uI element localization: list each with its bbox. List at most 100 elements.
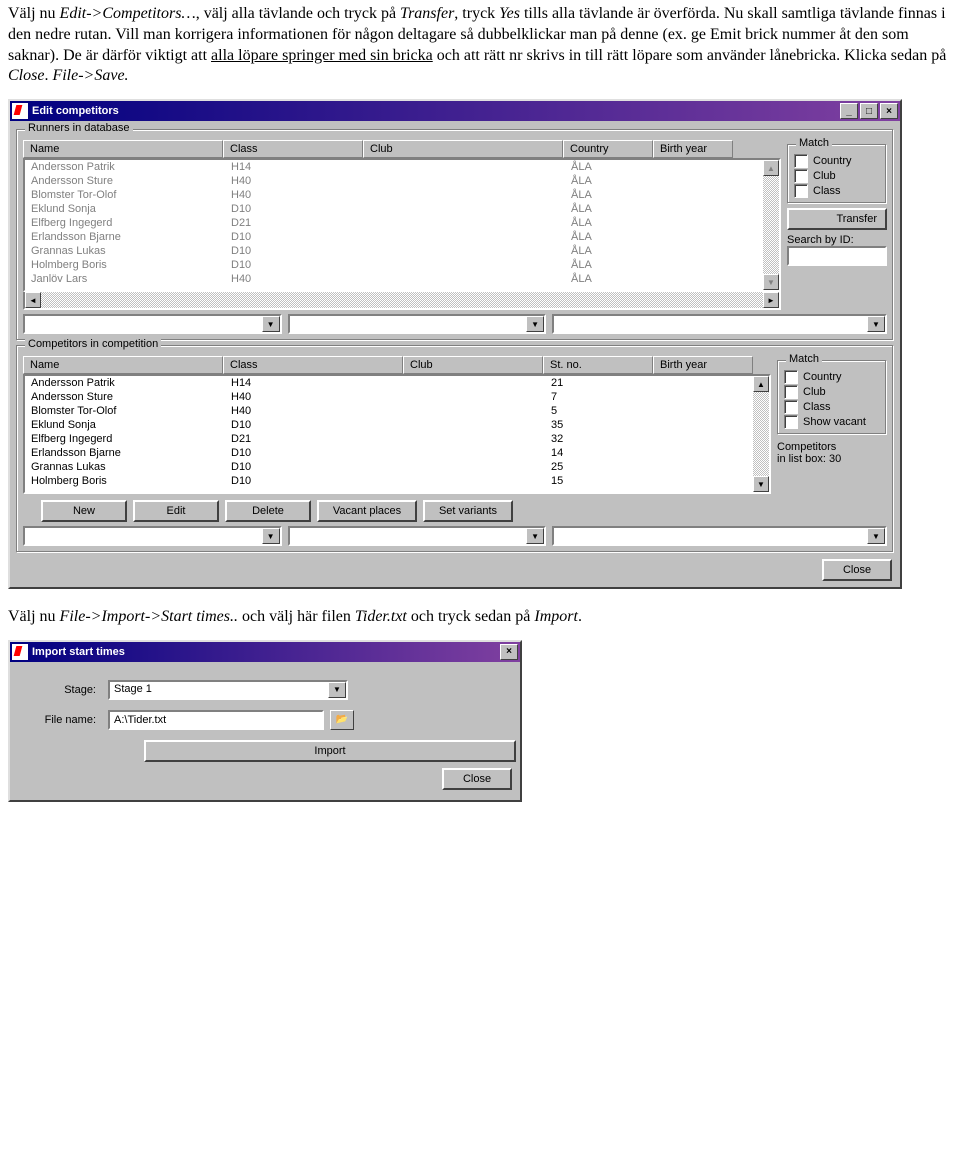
table-row[interactable]: Holmberg BorisD1015: [25, 474, 769, 488]
scroll-down-icon[interactable]: ▼: [763, 274, 779, 290]
table-row[interactable]: Blomster Tor-OlofH405: [25, 404, 769, 418]
group-legend: Match: [796, 137, 832, 149]
table-row[interactable]: Erlandsson BjarneD10ÅLA: [25, 230, 779, 244]
browse-button[interactable]: 📂: [330, 710, 354, 730]
col-club[interactable]: Club: [363, 140, 563, 158]
col-country[interactable]: Country: [563, 140, 653, 158]
titlebar[interactable]: Edit competitors _ □ ×: [10, 101, 900, 121]
scroll-down-icon[interactable]: ▼: [753, 476, 769, 492]
runners-in-database-group: Runners in database Name Class Club Coun…: [16, 129, 894, 341]
group-legend: Competitors in competition: [25, 338, 161, 350]
window-title: Edit competitors: [32, 105, 838, 117]
file-name-label: File name:: [34, 714, 96, 726]
table-row[interactable]: Eklund SonjaD1035: [25, 418, 769, 432]
app-icon: [12, 103, 28, 119]
col-birth[interactable]: Birth year: [653, 356, 753, 374]
filter-dropdown-2[interactable]: ▼: [288, 314, 547, 334]
close-button[interactable]: Close: [822, 559, 892, 581]
close-window-button[interactable]: ×: [880, 103, 898, 119]
runners-list[interactable]: Andersson PatrikH14ÅLAAndersson StureH40…: [23, 158, 781, 292]
table-row[interactable]: Janlöv LarsH40ÅLA: [25, 272, 779, 286]
vacant-places-button[interactable]: Vacant places: [317, 500, 417, 522]
maximize-button[interactable]: □: [860, 103, 878, 119]
table-row[interactable]: Grannas LukasD10ÅLA: [25, 244, 779, 258]
filter-dropdown-3[interactable]: ▼: [552, 314, 887, 334]
table-row[interactable]: Elfberg IngegerdD2132: [25, 432, 769, 446]
col-name[interactable]: Name: [23, 356, 223, 374]
chevron-down-icon[interactable]: ▼: [526, 316, 544, 332]
file-name-input[interactable]: [108, 710, 324, 730]
scroll-left-icon[interactable]: ◄: [25, 292, 41, 308]
chevron-down-icon[interactable]: ▼: [328, 682, 346, 698]
group-legend: Match: [786, 353, 822, 365]
runners-header: Name Class Club Country Birth year: [23, 140, 781, 158]
chevron-down-icon[interactable]: ▼: [867, 316, 885, 332]
delete-button[interactable]: Delete: [225, 500, 311, 522]
filter-dropdown-4[interactable]: ▼: [23, 526, 282, 546]
instruction-paragraph-1: Välj nu Edit->Competitors…, välj alla tä…: [0, 0, 960, 91]
filter-dropdown-6[interactable]: ▼: [552, 526, 887, 546]
table-row[interactable]: Andersson PatrikH1421: [25, 376, 769, 390]
club-checkbox[interactable]: Club: [784, 385, 880, 399]
table-row[interactable]: Blomster Tor-OlofH40ÅLA: [25, 188, 779, 202]
match-group: Match Country Club Class: [787, 144, 887, 204]
group-legend: Runners in database: [25, 122, 133, 134]
filter-dropdown-5[interactable]: ▼: [288, 526, 547, 546]
window-title: Import start times: [32, 646, 498, 658]
search-by-id-input[interactable]: [787, 246, 887, 266]
table-row[interactable]: Elfberg IngegerdD21ÅLA: [25, 216, 779, 230]
scroll-up-icon[interactable]: ▲: [753, 376, 769, 392]
instruction-paragraph-2: Välj nu File->Import->Start times.. och …: [0, 603, 960, 632]
edit-competitors-window: Edit competitors _ □ × Runners in databa…: [8, 99, 902, 589]
vertical-scrollbar[interactable]: ▲ ▼: [763, 160, 779, 290]
transfer-button[interactable]: Transfer: [787, 208, 887, 230]
table-row[interactable]: Andersson StureH407: [25, 390, 769, 404]
minimize-button[interactable]: _: [840, 103, 858, 119]
competitors-list[interactable]: Andersson PatrikH1421Andersson StureH407…: [23, 374, 771, 494]
vertical-scrollbar[interactable]: ▲ ▼: [753, 376, 769, 492]
chevron-down-icon[interactable]: ▼: [262, 316, 280, 332]
competitors-in-competition-group: Competitors in competition Name Class Cl…: [16, 345, 894, 553]
table-row[interactable]: Grannas LukasD1025: [25, 460, 769, 474]
col-club[interactable]: Club: [403, 356, 543, 374]
country-checkbox[interactable]: Country: [794, 154, 880, 168]
competitors-count-label: Competitors in list box: 30: [777, 441, 887, 465]
table-row[interactable]: Andersson PatrikH14ÅLA: [25, 160, 779, 174]
col-name[interactable]: Name: [23, 140, 223, 158]
close-window-button[interactable]: ×: [500, 644, 518, 660]
search-by-id-label: Search by ID:: [787, 234, 887, 246]
horizontal-scrollbar[interactable]: ◄ ►: [23, 292, 781, 310]
filter-dropdown-1[interactable]: ▼: [23, 314, 282, 334]
table-row[interactable]: Erlandsson BjarneD1014: [25, 446, 769, 460]
col-class[interactable]: Class: [223, 356, 403, 374]
table-row[interactable]: Holmberg BorisD10ÅLA: [25, 258, 779, 272]
show-vacant-checkbox[interactable]: Show vacant: [784, 415, 880, 429]
chevron-down-icon[interactable]: ▼: [867, 528, 885, 544]
match-group-2: Match Country Club Class Show vacant: [777, 360, 887, 435]
competitors-header: Name Class Club St. no. Birth year: [23, 356, 771, 374]
col-class[interactable]: Class: [223, 140, 363, 158]
set-variants-button[interactable]: Set variants: [423, 500, 513, 522]
stage-label: Stage:: [34, 684, 96, 696]
stage-dropdown[interactable]: Stage 1 ▼: [108, 680, 348, 700]
new-button[interactable]: New: [41, 500, 127, 522]
col-stno[interactable]: St. no.: [543, 356, 653, 374]
country-checkbox[interactable]: Country: [784, 370, 880, 384]
import-button[interactable]: Import: [144, 740, 516, 762]
chevron-down-icon[interactable]: ▼: [526, 528, 544, 544]
class-checkbox[interactable]: Class: [794, 184, 880, 198]
chevron-down-icon[interactable]: ▼: [262, 528, 280, 544]
class-checkbox[interactable]: Class: [784, 400, 880, 414]
scroll-right-icon[interactable]: ►: [763, 292, 779, 308]
edit-button[interactable]: Edit: [133, 500, 219, 522]
app-icon: [12, 644, 28, 660]
titlebar[interactable]: Import start times ×: [10, 642, 520, 662]
table-row[interactable]: Andersson StureH40ÅLA: [25, 174, 779, 188]
folder-open-icon: 📂: [336, 714, 348, 725]
scroll-up-icon[interactable]: ▲: [763, 160, 779, 176]
col-birth[interactable]: Birth year: [653, 140, 733, 158]
club-checkbox[interactable]: Club: [794, 169, 880, 183]
close-button[interactable]: Close: [442, 768, 512, 790]
table-row[interactable]: Eklund SonjaD10ÅLA: [25, 202, 779, 216]
import-start-times-window: Import start times × Stage: Stage 1 ▼ Fi…: [8, 640, 522, 802]
